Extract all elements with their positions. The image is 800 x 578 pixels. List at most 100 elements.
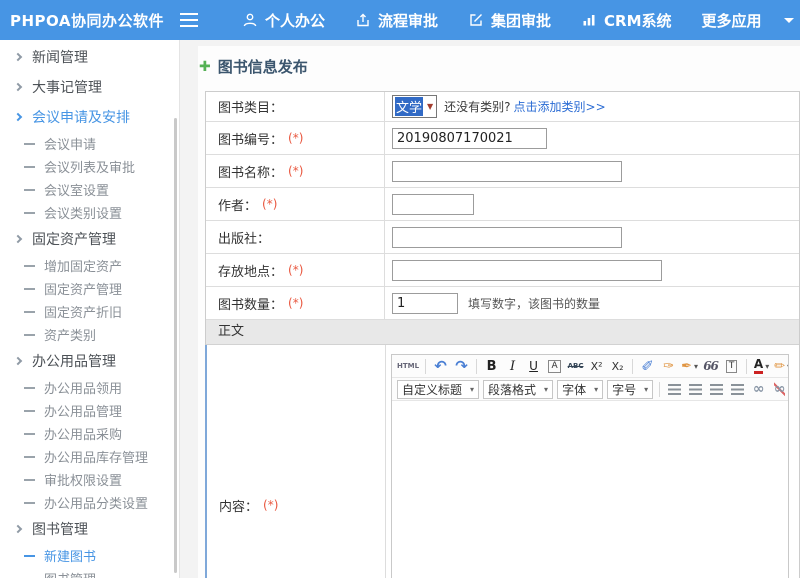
sidebar-item-label: 增加固定资产 xyxy=(44,256,122,275)
select-label: 段落格式 xyxy=(488,381,536,398)
sidebar-item-label: 图书管理 xyxy=(44,569,96,578)
editor-content-area[interactable] xyxy=(392,401,788,578)
format-painter-icon[interactable]: ✒ xyxy=(680,357,699,376)
sidebar-sub-item[interactable]: 增加固定资产 xyxy=(0,254,179,277)
sidebar-item-label: 新闻管理 xyxy=(32,47,88,67)
glyph: ✒ xyxy=(681,360,692,373)
glyph: ✑ xyxy=(663,360,674,373)
sidebar-group-item[interactable]: 大事记管理 xyxy=(0,72,179,102)
align-center-icon[interactable] xyxy=(686,380,705,399)
sidebar-sub-item[interactable]: 办公用品库存管理 xyxy=(0,445,179,468)
sidebar-group-item[interactable]: 办公用品管理 xyxy=(0,346,179,376)
topbar-nav: 个人办公 流程审批 集团审批 CRM系统 更多应用 xyxy=(212,10,794,31)
undo-icon[interactable]: ↶ xyxy=(431,357,450,376)
sidebar-group-item[interactable]: 固定资产管理 xyxy=(0,224,179,254)
field-label: 内容： xyxy=(219,496,258,515)
paste-as-text-icon[interactable]: T xyxy=(722,357,741,376)
nav-group-approval[interactable]: 集团审批 xyxy=(468,10,551,31)
required-mark: (*) xyxy=(288,263,303,277)
paragraph-format-select[interactable]: 段落格式▾ xyxy=(483,380,553,399)
highlight-color-icon[interactable]: ✏ xyxy=(773,357,788,376)
redo-icon[interactable]: ↷ xyxy=(452,357,471,376)
add-category-link[interactable]: 点击添加类别>> xyxy=(514,98,606,115)
glyph: U xyxy=(529,360,538,372)
sidebar-scrollbar[interactable] xyxy=(174,118,177,573)
book-number-input[interactable] xyxy=(392,128,547,149)
field-label: 出版社： xyxy=(218,228,270,247)
link-icon[interactable]: ∞ xyxy=(749,380,768,399)
sidebar-item-label: 会议申请及安排 xyxy=(32,107,130,127)
align-right-icon[interactable] xyxy=(707,380,726,399)
sidebar-item-label: 办公用品领用 xyxy=(44,378,122,397)
user-icon xyxy=(242,12,265,28)
glyph: A xyxy=(548,360,560,373)
sidebar-group-item[interactable]: 新闻管理 xyxy=(0,42,179,72)
sidebar-item-label: 固定资产管理 xyxy=(44,279,122,298)
sidebar-sub-item[interactable]: 图书管理 xyxy=(0,567,179,578)
clean-format-icon[interactable]: ✑ xyxy=(659,357,678,376)
glyph: ↷ xyxy=(455,359,468,374)
book-name-input[interactable] xyxy=(392,161,622,182)
italic-icon[interactable]: I xyxy=(503,357,522,376)
field-label: 图书数量： xyxy=(218,294,283,313)
location-input[interactable] xyxy=(392,260,662,281)
nav-crm-system[interactable]: CRM系统 xyxy=(581,10,672,31)
sidebar-sub-item[interactable]: 会议室设置 xyxy=(0,178,179,201)
sidebar-sub-item[interactable]: 会议类别设置 xyxy=(0,201,179,224)
glyph: ✐ xyxy=(641,359,654,374)
sidebar-sub-item[interactable]: 固定资产折旧 xyxy=(0,300,179,323)
dash-icon xyxy=(24,387,35,389)
sidebar-sub-item[interactable]: 办公用品采购 xyxy=(0,422,179,445)
underline-icon[interactable]: U xyxy=(524,357,543,376)
chevron-right-icon xyxy=(14,525,22,533)
glyph xyxy=(668,384,681,395)
strikethrough-icon[interactable]: ABC xyxy=(566,357,585,376)
align-justify-icon[interactable] xyxy=(728,380,747,399)
sidebar-sub-item[interactable]: 会议申请 xyxy=(0,132,179,155)
font-size-select[interactable]: 字号▾ xyxy=(607,380,653,399)
chevron-right-icon xyxy=(14,235,22,243)
font-border-icon[interactable]: A xyxy=(545,357,564,376)
author-input[interactable] xyxy=(392,194,474,215)
nav-more-apps[interactable]: 更多应用 xyxy=(702,10,794,31)
sidebar-item-label: 办公用品采购 xyxy=(44,424,122,443)
sidebar-sub-item[interactable]: 审批权限设置 xyxy=(0,468,179,491)
custom-title-select[interactable]: 自定义标题▾ xyxy=(397,380,479,399)
eraser-icon[interactable]: ✐ xyxy=(638,357,657,376)
blockquote-icon[interactable]: 66 xyxy=(701,357,720,376)
superscript-icon[interactable]: X² xyxy=(587,357,606,376)
sidebar-sub-item[interactable]: 办公用品分类设置 xyxy=(0,491,179,514)
sidebar-sub-item[interactable]: 新建图书 xyxy=(0,544,179,567)
bold-icon[interactable]: B xyxy=(482,357,501,376)
hamburger-menu-icon[interactable] xyxy=(180,13,198,27)
subscript-icon[interactable]: X₂ xyxy=(608,357,627,376)
dash-icon xyxy=(24,288,35,290)
sidebar-item-label: 大事记管理 xyxy=(32,77,102,97)
publisher-input[interactable] xyxy=(392,227,622,248)
sidebar-sub-item[interactable]: 办公用品领用 xyxy=(0,376,179,399)
sidebar-sub-item[interactable]: 会议列表及审批 xyxy=(0,155,179,178)
sidebar-item-label: 图书管理 xyxy=(32,519,88,539)
align-left-icon[interactable] xyxy=(665,380,684,399)
nav-label: 更多应用 xyxy=(702,10,762,31)
nav-personal-office[interactable]: 个人办公 xyxy=(242,10,325,31)
category-select[interactable]: 文学 ▼ xyxy=(392,95,437,118)
category-hint: 还没有类别? xyxy=(444,98,510,115)
caret-down-icon xyxy=(784,18,794,23)
nav-process-approval[interactable]: 流程审批 xyxy=(355,10,438,31)
sidebar-sub-item[interactable]: 办公用品管理 xyxy=(0,399,179,422)
font-family-select[interactable]: 字体▾ xyxy=(557,380,603,399)
unlink-icon[interactable]: ∞ xyxy=(770,380,788,399)
toolbar-separator xyxy=(746,359,747,374)
app-logo: PHPOA协同办公软件 xyxy=(0,10,176,31)
form-row-content: 内容： (*) HTML↶↷BIUAABCX²X₂✐✑✒66TA✏ 自定义标题▾… xyxy=(205,345,799,578)
sidebar-sub-item[interactable]: 固定资产管理 xyxy=(0,277,179,300)
quantity-input[interactable] xyxy=(392,293,458,314)
html-source-button[interactable]: HTML xyxy=(396,357,420,376)
font-color-icon[interactable]: A xyxy=(752,357,771,376)
form-row-author: 作者： (*) xyxy=(206,188,799,221)
chevron-right-icon xyxy=(14,53,22,61)
sidebar-sub-item[interactable]: 资产类别 xyxy=(0,323,179,346)
sidebar-group-item[interactable]: 图书管理 xyxy=(0,514,179,544)
sidebar-group-item[interactable]: 会议申请及安排 xyxy=(0,102,179,132)
